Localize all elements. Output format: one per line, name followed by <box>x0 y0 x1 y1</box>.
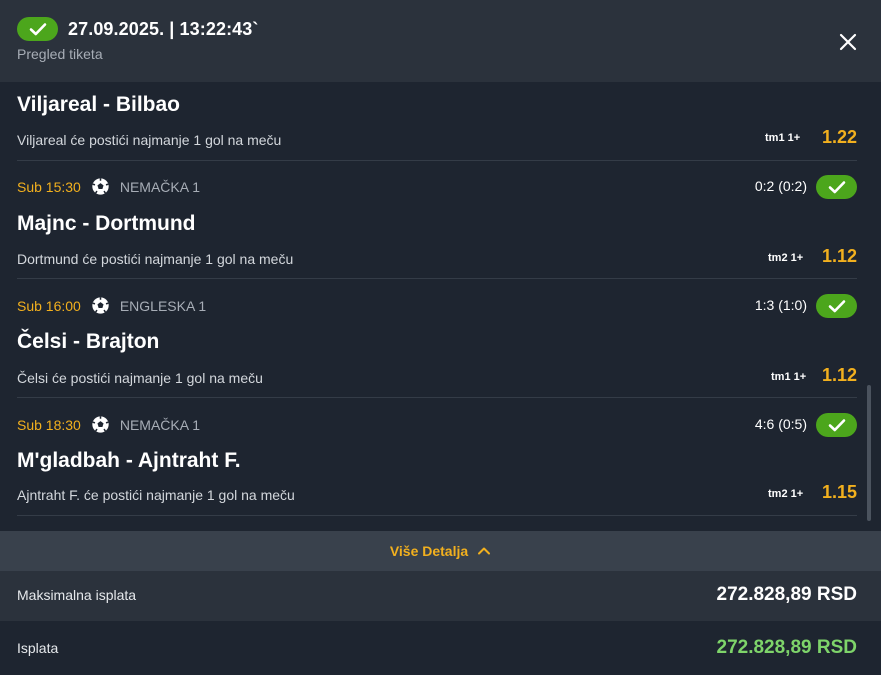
divider <box>17 160 857 161</box>
match-kickoff: Sub 16:00 <box>17 297 81 314</box>
max-payout-label: Maksimalna isplata <box>17 587 137 603</box>
match-kickoff: Sub 18:30 <box>17 416 81 433</box>
soccer-ball-icon <box>92 416 109 433</box>
check-icon <box>828 181 845 194</box>
match-kickoff: Sub 15:30 <box>17 178 81 195</box>
ticket-header: 27.09.2025. | 13:22:43` Pregled tiketa <box>0 0 881 82</box>
match-teams: Majnc - Dortmund <box>17 212 196 235</box>
match-market: tm2 1+ <box>768 252 804 264</box>
ticket-subtitle: Pregled tiketa <box>17 46 103 62</box>
list-scrollbar[interactable] <box>867 385 871 521</box>
match-score: 1:3 (1:0) <box>754 297 807 313</box>
divider <box>17 397 857 398</box>
more-details-button[interactable]: Više Detalja <box>0 531 881 571</box>
match-pick: Čelsi će postići najmanje 1 gol na meču <box>17 370 263 386</box>
ticket-datetime: 27.09.2025. | 13:22:43` <box>68 19 259 39</box>
soccer-ball-icon <box>92 178 109 195</box>
check-icon <box>29 23 46 36</box>
match-market: tm1 1+ <box>765 132 801 144</box>
match-odds: 1.12 <box>821 246 857 266</box>
more-details-label: Više Detalja <box>389 543 469 559</box>
divider <box>17 278 857 279</box>
check-icon <box>828 300 845 313</box>
divider <box>17 515 857 516</box>
match-pick: Ajntraht F. će postići najmanje 1 gol na… <box>17 487 295 503</box>
match-won-badge <box>816 413 857 437</box>
check-icon <box>828 419 845 432</box>
match-odds: 1.22 <box>821 127 857 147</box>
match-odds: 1.15 <box>821 482 857 502</box>
chevron-up-icon <box>478 547 491 555</box>
match-won-badge <box>816 294 857 318</box>
max-payout-value: 272.828,89 RSD <box>716 584 858 605</box>
match-league: NEMAČKA 1 <box>119 416 200 433</box>
close-icon <box>839 33 857 51</box>
match-league: ENGLESKA 1 <box>119 297 207 314</box>
match-meta: Sub 16:00 ENGLESKA 1 <box>17 296 206 315</box>
ticket-match-list[interactable]: Viljareal - Bilbao Viljareal će postići … <box>0 82 881 531</box>
payout-value: 272.828,89 RSD <box>716 637 858 658</box>
match-pick: Dortmund će postići najmanje 1 gol na me… <box>17 251 294 267</box>
payout-label: Isplata <box>17 640 59 656</box>
match-meta: Sub 15:30 NEMAČKA 1 <box>17 177 200 196</box>
match-won-badge <box>816 175 857 199</box>
match-meta: Sub 18:30 NEMAČKA 1 <box>17 415 200 434</box>
match-teams: Čelsi - Brajton <box>17 330 160 353</box>
match-pick: Viljareal će postići najmanje 1 gol na m… <box>17 132 282 148</box>
close-button[interactable] <box>836 30 860 54</box>
max-payout-row: Maksimalna isplata 272.828,89 RSD <box>0 571 881 621</box>
soccer-ball-icon <box>92 297 109 314</box>
match-league: NEMAČKA 1 <box>119 178 200 195</box>
match-market: tm1 1+ <box>771 371 807 383</box>
match-score: 4:6 (0:5) <box>754 416 807 432</box>
payout-row: Isplata 272.828,89 RSD <box>0 621 881 675</box>
match-teams: Viljareal - Bilbao <box>17 93 181 116</box>
ticket-status-badge <box>17 17 58 41</box>
match-score: 0:2 (0:2) <box>754 178 807 194</box>
match-market: tm2 1+ <box>768 488 804 500</box>
match-odds: 1.12 <box>821 365 857 385</box>
match-teams: M'gladbah - Ajntraht F. <box>17 449 241 472</box>
